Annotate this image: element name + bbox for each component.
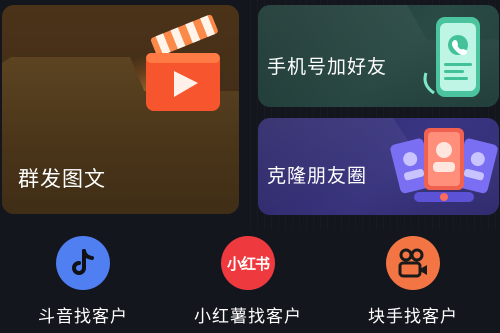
clapperboard-play-icon: [146, 14, 220, 111]
douyin-find-customers-button[interactable]: 斗音找客户: [18, 236, 148, 333]
xiaohongshu-icon-circle: 小红书: [221, 236, 275, 290]
group-send-label: 群发图文: [18, 167, 106, 191]
xiaohongshu-find-customers-button[interactable]: 小红书 小红薯找客户: [183, 236, 313, 333]
xiaohongshu-shortcut-label: 小红薯找客户: [194, 307, 302, 327]
phone-add-friend-card[interactable]: 手机号加好友: [258, 5, 499, 107]
clone-moments-card[interactable]: 克隆朋友圈: [258, 118, 499, 215]
contact-cards-icon: [390, 128, 498, 202]
kuaishou-camera-icon: [398, 248, 427, 278]
douyin-note-icon: [72, 249, 94, 275]
clone-moments-label: 克隆朋友圈: [267, 165, 368, 187]
douyin-shortcut-label: 斗音找客户: [38, 307, 128, 327]
group-send-card[interactable]: 群发图文: [2, 5, 239, 214]
kuaishou-find-customers-button[interactable]: 块手找客户: [348, 236, 478, 333]
kuaishou-shortcut-label: 块手找客户: [368, 307, 458, 327]
phone-call-icon: [423, 17, 480, 97]
kuaishou-icon-circle: [386, 236, 440, 290]
xiaohongshu-logo-icon: 小红书: [226, 254, 270, 273]
douyin-icon-circle: [56, 236, 110, 290]
phone-add-friend-label: 手机号加好友: [267, 56, 388, 78]
